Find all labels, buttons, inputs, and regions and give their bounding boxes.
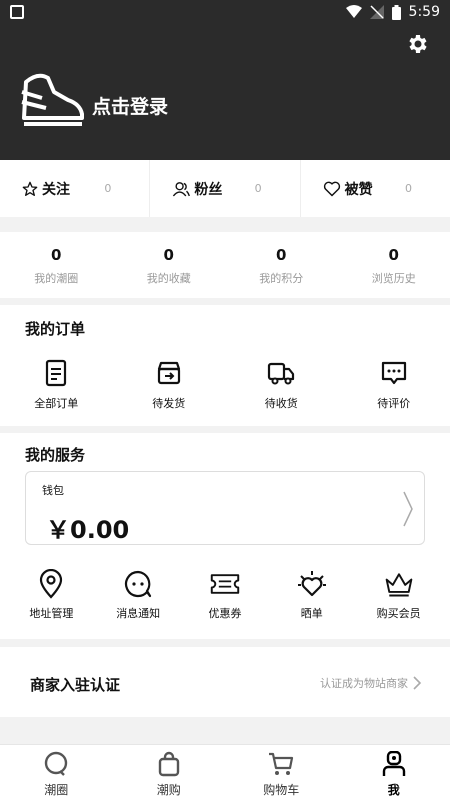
stat-value: 0 <box>388 246 399 264</box>
address-label: 地址管理 <box>29 607 74 620</box>
stat-label: 浏览历史 <box>371 272 416 285</box>
tab-circle[interactable]: 潮圈 <box>0 745 113 800</box>
order-all-button[interactable]: 全部订单 <box>0 359 113 411</box>
cart-icon <box>269 752 294 775</box>
membership-button[interactable]: 购买会员 <box>355 569 442 621</box>
membership-label: 购买会员 <box>376 607 421 620</box>
stat-label: 我的潮圈 <box>34 272 79 285</box>
stat-value: 0 <box>276 246 287 264</box>
coupons-label: 优惠券 <box>208 607 242 620</box>
order-to-review-button[interactable]: 待评价 <box>338 359 450 411</box>
truck-icon <box>268 362 295 385</box>
battery-icon <box>391 4 401 20</box>
tab-me[interactable]: 我 <box>338 745 450 800</box>
following-label: 关注 <box>42 181 70 198</box>
merchant-link[interactable]: 认证成为物站商家 <box>320 675 422 691</box>
activity-stats: 0 我的潮圈 0 我的收藏 0 我的积分 0 浏览历史 <box>0 232 450 298</box>
social-stats: 关注 0 粉丝 0 被赞 0 <box>0 160 450 217</box>
status-time: 5:59 <box>408 4 440 20</box>
wallet-label: 钱包 <box>42 484 64 497</box>
tab-label: 潮购 <box>156 783 181 797</box>
order-to-receive-label: 待收货 <box>264 397 298 410</box>
tab-cart[interactable]: 购物车 <box>225 745 338 800</box>
bottom-tab-bar: 潮圈 潮购 购物车 我 <box>0 744 450 800</box>
heart-icon <box>323 181 340 196</box>
stat-value: 0 <box>163 246 174 264</box>
fans-count: 0 <box>254 182 262 195</box>
services-section: 我的服务 钱包 ￥0.00 地址管理 消息通知 优惠券 晒单 购买会员 <box>0 433 450 639</box>
orders-title: 我的订单 <box>25 320 86 338</box>
stat-favorites[interactable]: 0 我的收藏 <box>113 232 226 298</box>
box-icon <box>157 361 180 385</box>
login-link[interactable]: 点击登录 <box>92 92 168 119</box>
order-to-ship-label: 待发货 <box>152 397 186 410</box>
chevron-right-icon <box>413 676 422 690</box>
image-notification-icon <box>10 5 24 19</box>
status-bar: 5:59 <box>0 0 450 26</box>
fans-stat[interactable]: 粉丝 0 <box>150 160 301 217</box>
order-to-receive-button[interactable]: 待收货 <box>225 359 338 411</box>
circle-icon <box>45 751 68 776</box>
merchant-title: 商家入驻认证 <box>30 676 121 694</box>
tab-label: 购物车 <box>263 783 300 797</box>
tab-label: 我 <box>387 783 400 797</box>
following-count: 0 <box>104 182 112 195</box>
messages-label: 消息通知 <box>116 607 161 620</box>
stat-history[interactable]: 0 浏览历史 <box>338 232 450 298</box>
likes-label: 被赞 <box>344 181 373 198</box>
users-icon <box>173 181 191 196</box>
bag-icon <box>158 751 179 777</box>
profile-icon <box>382 750 405 776</box>
wallet-balance: ￥0.00 <box>46 516 130 544</box>
sneaker-avatar-icon[interactable] <box>20 68 86 134</box>
address-button[interactable]: 地址管理 <box>8 568 95 621</box>
likes-stat[interactable]: 被赞 0 <box>301 160 450 217</box>
order-to-review-label: 待评价 <box>377 397 411 410</box>
stat-label: 我的收藏 <box>146 272 191 285</box>
settings-gear-icon[interactable] <box>406 32 430 56</box>
crown-icon <box>385 573 412 597</box>
message-icon <box>125 570 152 598</box>
wifi-icon <box>345 5 362 18</box>
stat-value: 0 <box>51 246 62 264</box>
showcase-button[interactable]: 晒单 <box>268 569 355 621</box>
order-all-label: 全部订单 <box>34 397 79 410</box>
following-stat[interactable]: 关注 0 <box>0 160 151 217</box>
comment-icon <box>381 361 406 385</box>
tab-label: 潮圈 <box>44 783 69 797</box>
services-title: 我的服务 <box>25 446 86 464</box>
system-icons: 5:59 <box>345 4 440 20</box>
signal-icon <box>369 5 384 19</box>
fans-label: 粉丝 <box>194 181 223 198</box>
star-icon <box>22 181 38 196</box>
chevron-right-icon <box>403 491 413 527</box>
likes-count: 0 <box>404 182 412 195</box>
ticket-icon <box>210 574 240 594</box>
profile-header: 5:59 点击登录 <box>0 0 450 160</box>
showcase-label: 晒单 <box>300 607 323 620</box>
stat-circle[interactable]: 0 我的潮圈 <box>0 232 113 298</box>
coupons-button[interactable]: 优惠券 <box>182 569 269 621</box>
stat-points[interactable]: 0 我的积分 <box>225 232 338 298</box>
sun-heart-icon <box>297 571 326 597</box>
orders-section: 我的订单 全部订单 待发货 待收货 待评价 <box>0 305 450 426</box>
messages-button[interactable]: 消息通知 <box>95 569 182 621</box>
tab-shop[interactable]: 潮购 <box>113 745 226 800</box>
location-pin-icon <box>40 568 63 599</box>
merchant-link-label: 认证成为物站商家 <box>320 677 408 690</box>
stat-label: 我的积分 <box>259 272 304 285</box>
merchant-row[interactable]: 商家入驻认证 认证成为物站商家 <box>0 647 450 717</box>
document-icon <box>46 359 67 387</box>
order-to-ship-button[interactable]: 待发货 <box>113 359 226 411</box>
wallet-card[interactable]: 钱包 ￥0.00 <box>25 471 425 545</box>
